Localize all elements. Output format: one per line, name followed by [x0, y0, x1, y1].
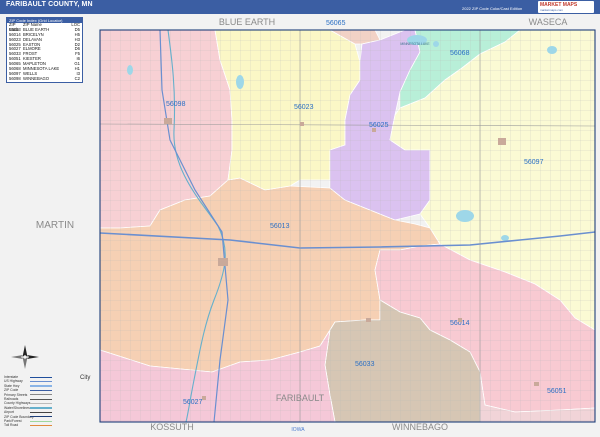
state-label: IOWA [291, 427, 305, 433]
map-key-swatch [30, 420, 52, 422]
town-blue-earth [218, 258, 228, 266]
county-name-label: FARIBAULT [276, 393, 325, 403]
zip-label-56013: 56013 [270, 223, 290, 230]
town-frost [366, 318, 371, 322]
lake [547, 46, 557, 54]
zip-label-56097: 56097 [524, 159, 544, 166]
map-frame: FARIBAULT COUNTY, MN 2022 ZIP Code Color… [0, 0, 600, 437]
zip-label-56027: 56027 [183, 399, 203, 406]
map-key-label: County Highways [4, 401, 31, 406]
lake [456, 210, 474, 222]
map-key-label: Toll Road [4, 423, 19, 428]
lake-label: MINNESOTA LAKE [400, 42, 430, 46]
legend-grid-loc: C2 [74, 75, 80, 81]
legend-zip-code: 56098 [9, 75, 21, 81]
neighbor-county-label: WINNEBAGO [392, 422, 448, 432]
map-key-city-label: City [80, 375, 91, 381]
map-key-swatch [30, 411, 52, 414]
town-elmore [202, 396, 206, 400]
zip-label-56098: 56098 [166, 101, 186, 108]
edition-label: 2022 ZIP Code Color/Cast Edition [462, 6, 523, 11]
map-key-swatch [30, 380, 52, 383]
map-key-swatch [30, 402, 52, 405]
map-key-label: Railroads [4, 397, 19, 401]
zip-code-index: ZIP Code Index (Grid Locator) ZIP Code Z… [6, 17, 83, 83]
zip-label-56033: 56033 [355, 361, 375, 368]
legend-zip-name: WINNEBAGO [23, 75, 50, 81]
map-key-label: Airport [4, 410, 14, 415]
map-key-swatch [30, 376, 52, 378]
map-key-swatch [30, 424, 52, 427]
map-title: FARIBAULT COUNTY, MN [6, 1, 93, 8]
town-winnebago [164, 118, 172, 124]
north-arrow-icon [11, 345, 39, 369]
zip-label-56023: 56023 [294, 104, 314, 111]
legend-row: 56098 WINNEBAGO C2 [7, 75, 82, 82]
map-key-swatch [30, 416, 52, 418]
zip-label-56068: 56068 [450, 50, 470, 57]
map-key-label: State Hwy [4, 383, 20, 388]
map-key-swatch [30, 385, 52, 387]
map-key: Interstate US Highway State Hwy ZIP Code Pri… [4, 373, 92, 431]
map-key-swatch [30, 389, 52, 392]
neighbor-county-label: MARTIN [36, 220, 74, 231]
lake [127, 65, 133, 75]
lake [236, 75, 244, 89]
map-key-label: Interstate [4, 375, 19, 379]
town-delavan [300, 122, 304, 126]
lake [433, 41, 439, 47]
logo-subtext: marketmaps.com [540, 8, 564, 12]
map-key-label: ZIP Code [4, 388, 19, 393]
map-key-swatch [30, 407, 52, 409]
neighbor-county-label: WASECA [529, 17, 568, 27]
town-bricelyn [458, 318, 462, 322]
zip-label-56065: 56065 [326, 20, 346, 27]
map-key-label: Water/Shorelines [4, 405, 30, 410]
map-key-label: Park/Forest [4, 419, 22, 423]
zip-label-56051: 56051 [547, 388, 567, 395]
map-key-label: US Highway [4, 379, 23, 384]
neighbor-county-label: BLUE EARTH [219, 17, 275, 27]
map-key-swatch [30, 398, 52, 400]
town-wells [498, 138, 506, 145]
title-bar: FARIBAULT COUNTY, MN 2022 ZIP Code Color… [0, 0, 600, 14]
legend-rows: 56013 BLUE EARTH D5 56014 BRICELYN H5 56023 DEL… [7, 27, 82, 82]
town-kiester [534, 382, 539, 386]
town-easton [372, 128, 376, 132]
map-key-swatch [30, 394, 52, 396]
zip-label-56025: 56025 [369, 122, 389, 129]
neighbor-county-label: KOSSUTH [150, 422, 194, 432]
map-key-label: Primary Streets [4, 392, 28, 397]
publisher-logo: MARKET MAPS marketmaps.com [538, 1, 594, 13]
lake [501, 235, 509, 241]
